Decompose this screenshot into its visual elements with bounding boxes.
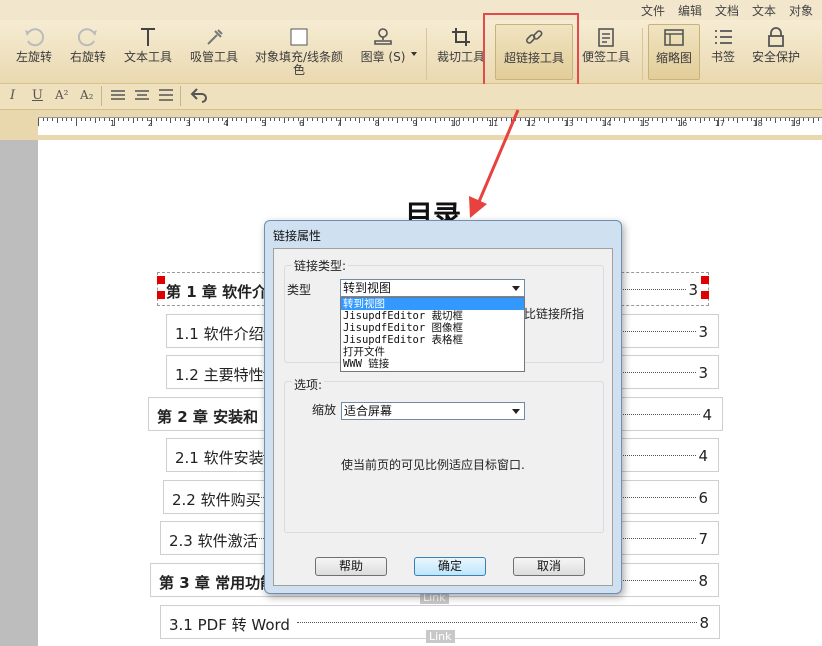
type-value: 转到视图 [343,281,392,295]
type-option[interactable]: 打开文件 [341,346,524,358]
options-group-label: 选项: [292,376,325,393]
zoom-select[interactable]: 适合屏幕 [341,402,525,420]
ok-button[interactable]: 确定 [414,557,486,576]
zoom-label: 缩放 [312,403,337,417]
type-select[interactable]: 转到视图 [340,279,525,297]
type-option[interactable]: 转到视图 [341,298,524,310]
type-option[interactable]: WWW 链接 [341,358,524,370]
help-button[interactable]: 帮助 [315,557,387,576]
type-dropdown-list: 转到视图 JisupdfEditor 裁切框 JisupdfEditor 图像框 Ji… [340,297,525,372]
chevron-down-icon [512,409,520,414]
chevron-down-icon [512,286,520,291]
hint-text: 比链接所指 [524,307,585,321]
link-properties-dialog: 链接属性 链接类型: 类型 比链接所指 选项: 缩放 适合屏幕 使当前页的可见比… [264,220,622,594]
type-option[interactable]: JisupdfEditor 裁切框 [341,310,524,322]
type-option[interactable]: JisupdfEditor 表格框 [341,334,524,346]
cancel-button[interactable]: 取消 [513,557,585,576]
link-type-group-label: 链接类型: [292,257,349,274]
zoom-description: 使当前页的可见比例适应目标窗口. [341,458,525,472]
zoom-value: 适合屏幕 [344,404,393,418]
type-option[interactable]: JisupdfEditor 图像框 [341,322,524,334]
type-label: 类型 [287,283,312,297]
dialog-title: 链接属性 [273,229,322,243]
